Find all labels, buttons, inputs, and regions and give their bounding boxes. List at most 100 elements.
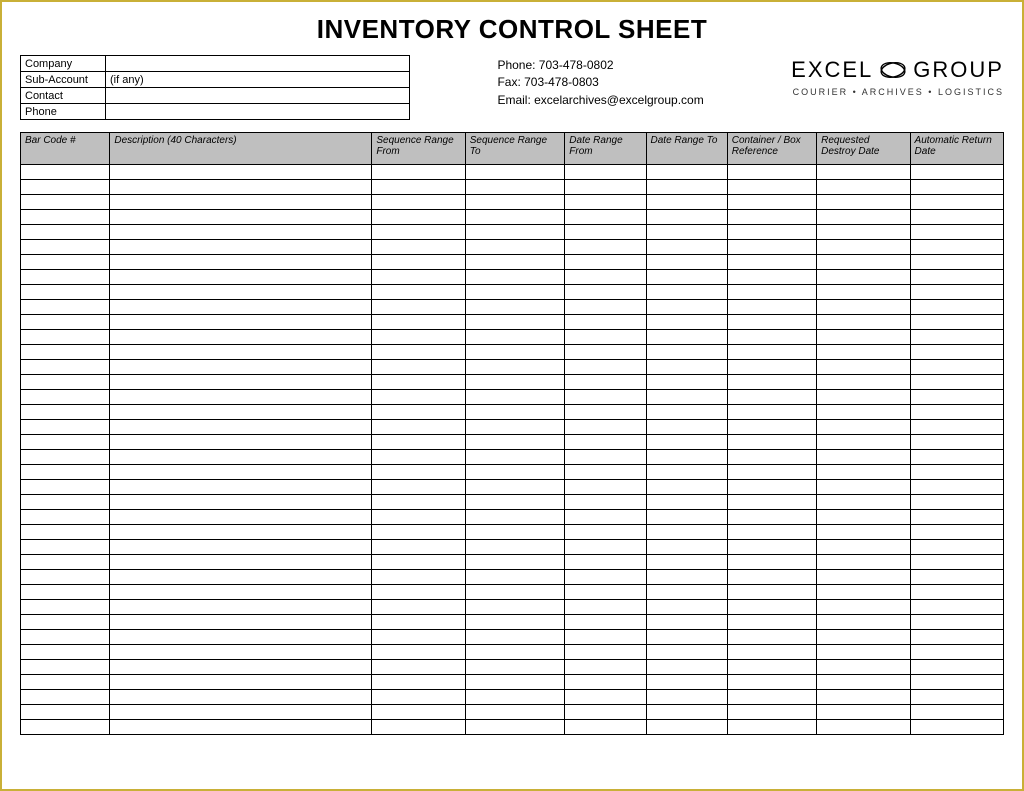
table-cell[interactable] bbox=[110, 255, 372, 270]
table-cell[interactable] bbox=[465, 570, 565, 585]
table-cell[interactable] bbox=[727, 405, 816, 420]
table-cell[interactable] bbox=[465, 525, 565, 540]
table-cell[interactable] bbox=[372, 375, 465, 390]
table-cell[interactable] bbox=[910, 360, 1003, 375]
table-cell[interactable] bbox=[21, 420, 110, 435]
table-cell[interactable] bbox=[817, 540, 910, 555]
table-cell[interactable] bbox=[910, 585, 1003, 600]
table-cell[interactable] bbox=[21, 555, 110, 570]
table-cell[interactable] bbox=[817, 270, 910, 285]
table-cell[interactable] bbox=[727, 645, 816, 660]
table-cell[interactable] bbox=[910, 705, 1003, 720]
table-cell[interactable] bbox=[465, 585, 565, 600]
table-cell[interactable] bbox=[565, 405, 646, 420]
table-cell[interactable] bbox=[465, 630, 565, 645]
table-cell[interactable] bbox=[110, 555, 372, 570]
table-cell[interactable] bbox=[465, 540, 565, 555]
table-cell[interactable] bbox=[646, 360, 727, 375]
table-cell[interactable] bbox=[817, 255, 910, 270]
table-cell[interactable] bbox=[817, 195, 910, 210]
table-cell[interactable] bbox=[372, 435, 465, 450]
table-cell[interactable] bbox=[910, 570, 1003, 585]
table-cell[interactable] bbox=[21, 240, 110, 255]
table-cell[interactable] bbox=[910, 165, 1003, 180]
table-cell[interactable] bbox=[21, 345, 110, 360]
table-cell[interactable] bbox=[910, 435, 1003, 450]
table-cell[interactable] bbox=[21, 585, 110, 600]
table-cell[interactable] bbox=[565, 255, 646, 270]
table-cell[interactable] bbox=[727, 615, 816, 630]
table-cell[interactable] bbox=[817, 675, 910, 690]
table-cell[interactable] bbox=[372, 585, 465, 600]
table-cell[interactable] bbox=[727, 255, 816, 270]
table-cell[interactable] bbox=[110, 420, 372, 435]
table-cell[interactable] bbox=[727, 390, 816, 405]
table-cell[interactable] bbox=[110, 570, 372, 585]
table-cell[interactable] bbox=[727, 450, 816, 465]
table-cell[interactable] bbox=[565, 525, 646, 540]
table-cell[interactable] bbox=[465, 645, 565, 660]
table-cell[interactable] bbox=[110, 465, 372, 480]
table-cell[interactable] bbox=[110, 330, 372, 345]
table-cell[interactable] bbox=[817, 510, 910, 525]
table-cell[interactable] bbox=[910, 615, 1003, 630]
table-cell[interactable] bbox=[727, 315, 816, 330]
table-cell[interactable] bbox=[21, 645, 110, 660]
table-cell[interactable] bbox=[646, 315, 727, 330]
table-cell[interactable] bbox=[21, 720, 110, 735]
table-cell[interactable] bbox=[817, 720, 910, 735]
table-cell[interactable] bbox=[817, 660, 910, 675]
table-cell[interactable] bbox=[727, 375, 816, 390]
table-cell[interactable] bbox=[372, 510, 465, 525]
table-cell[interactable] bbox=[646, 585, 727, 600]
table-cell[interactable] bbox=[646, 540, 727, 555]
table-cell[interactable] bbox=[817, 330, 910, 345]
table-cell[interactable] bbox=[372, 690, 465, 705]
table-cell[interactable] bbox=[727, 540, 816, 555]
table-cell[interactable] bbox=[646, 375, 727, 390]
table-cell[interactable] bbox=[465, 240, 565, 255]
table-cell[interactable] bbox=[465, 555, 565, 570]
table-cell[interactable] bbox=[910, 315, 1003, 330]
table-cell[interactable] bbox=[646, 660, 727, 675]
table-cell[interactable] bbox=[565, 555, 646, 570]
table-cell[interactable] bbox=[110, 300, 372, 315]
table-cell[interactable] bbox=[372, 255, 465, 270]
table-cell[interactable] bbox=[727, 165, 816, 180]
table-cell[interactable] bbox=[372, 570, 465, 585]
table-cell[interactable] bbox=[646, 705, 727, 720]
table-cell[interactable] bbox=[817, 315, 910, 330]
table-cell[interactable] bbox=[21, 450, 110, 465]
table-cell[interactable] bbox=[817, 495, 910, 510]
table-cell[interactable] bbox=[110, 195, 372, 210]
table-cell[interactable] bbox=[565, 315, 646, 330]
table-cell[interactable] bbox=[372, 660, 465, 675]
table-cell[interactable] bbox=[565, 465, 646, 480]
table-cell[interactable] bbox=[110, 675, 372, 690]
table-cell[interactable] bbox=[372, 390, 465, 405]
table-cell[interactable] bbox=[817, 585, 910, 600]
table-cell[interactable] bbox=[817, 375, 910, 390]
table-cell[interactable] bbox=[372, 600, 465, 615]
table-cell[interactable] bbox=[727, 630, 816, 645]
table-cell[interactable] bbox=[110, 240, 372, 255]
table-cell[interactable] bbox=[465, 705, 565, 720]
table-cell[interactable] bbox=[21, 210, 110, 225]
table-cell[interactable] bbox=[646, 690, 727, 705]
table-cell[interactable] bbox=[465, 210, 565, 225]
table-cell[interactable] bbox=[646, 240, 727, 255]
table-cell[interactable] bbox=[110, 525, 372, 540]
table-cell[interactable] bbox=[646, 480, 727, 495]
table-cell[interactable] bbox=[817, 435, 910, 450]
table-cell[interactable] bbox=[646, 495, 727, 510]
table-cell[interactable] bbox=[465, 480, 565, 495]
table-cell[interactable] bbox=[465, 615, 565, 630]
table-cell[interactable] bbox=[817, 390, 910, 405]
table-cell[interactable] bbox=[646, 630, 727, 645]
table-cell[interactable] bbox=[565, 165, 646, 180]
table-cell[interactable] bbox=[817, 420, 910, 435]
table-cell[interactable] bbox=[565, 510, 646, 525]
table-cell[interactable] bbox=[372, 195, 465, 210]
table-cell[interactable] bbox=[372, 270, 465, 285]
table-cell[interactable] bbox=[465, 660, 565, 675]
